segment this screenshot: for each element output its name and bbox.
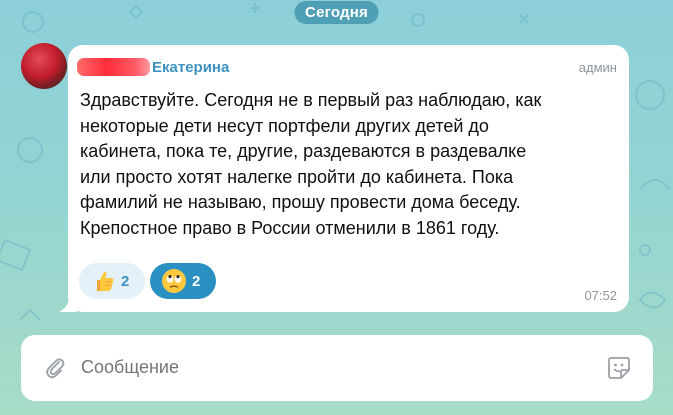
- message-text-line: некоторые дети несут портфели других дет…: [80, 115, 489, 136]
- sticker-icon[interactable]: [606, 355, 632, 381]
- redacted-name: [77, 58, 150, 76]
- message-composer[interactable]: [21, 335, 653, 401]
- message-text-line: фамилий не называю, прошу провести дома …: [80, 192, 521, 212]
- message-text-line: или просто хотят налегке пройти до кабин…: [80, 166, 514, 187]
- message-text-line: кабинета, пока те, другие, раздеваются в…: [80, 141, 527, 161]
- author-first-name: Екатерина: [152, 58, 230, 76]
- role-badge: админ: [578, 60, 617, 75]
- reaction-rolling-eyes[interactable]: 2: [150, 263, 216, 299]
- paperclip-icon[interactable]: [43, 356, 67, 380]
- reaction-count: 2: [121, 272, 130, 290]
- rolling-eyes-emoji-icon: [162, 269, 186, 293]
- message-time: 07:52: [584, 288, 617, 303]
- message-text-line: Здравствуйте. Сегодня не в первый раз на…: [80, 90, 542, 110]
- avatar[interactable]: [21, 43, 67, 89]
- reaction-thumbs-up[interactable]: 2: [79, 263, 145, 299]
- date-separator: Сегодня: [294, 1, 379, 24]
- message-input[interactable]: [81, 357, 601, 378]
- message-text: Здравствуйте. Сегодня не в первый раз на…: [80, 88, 626, 241]
- message-bubble[interactable]: Екатерина админ Здравствуйте. Сегодня не…: [68, 45, 629, 312]
- thumbs-up-emoji-icon: [97, 271, 114, 291]
- author-name[interactable]: Екатерина: [77, 57, 229, 77]
- message-text-line: Крепостное право в России отменили в 186…: [80, 217, 500, 238]
- reaction-count: 2: [192, 272, 201, 290]
